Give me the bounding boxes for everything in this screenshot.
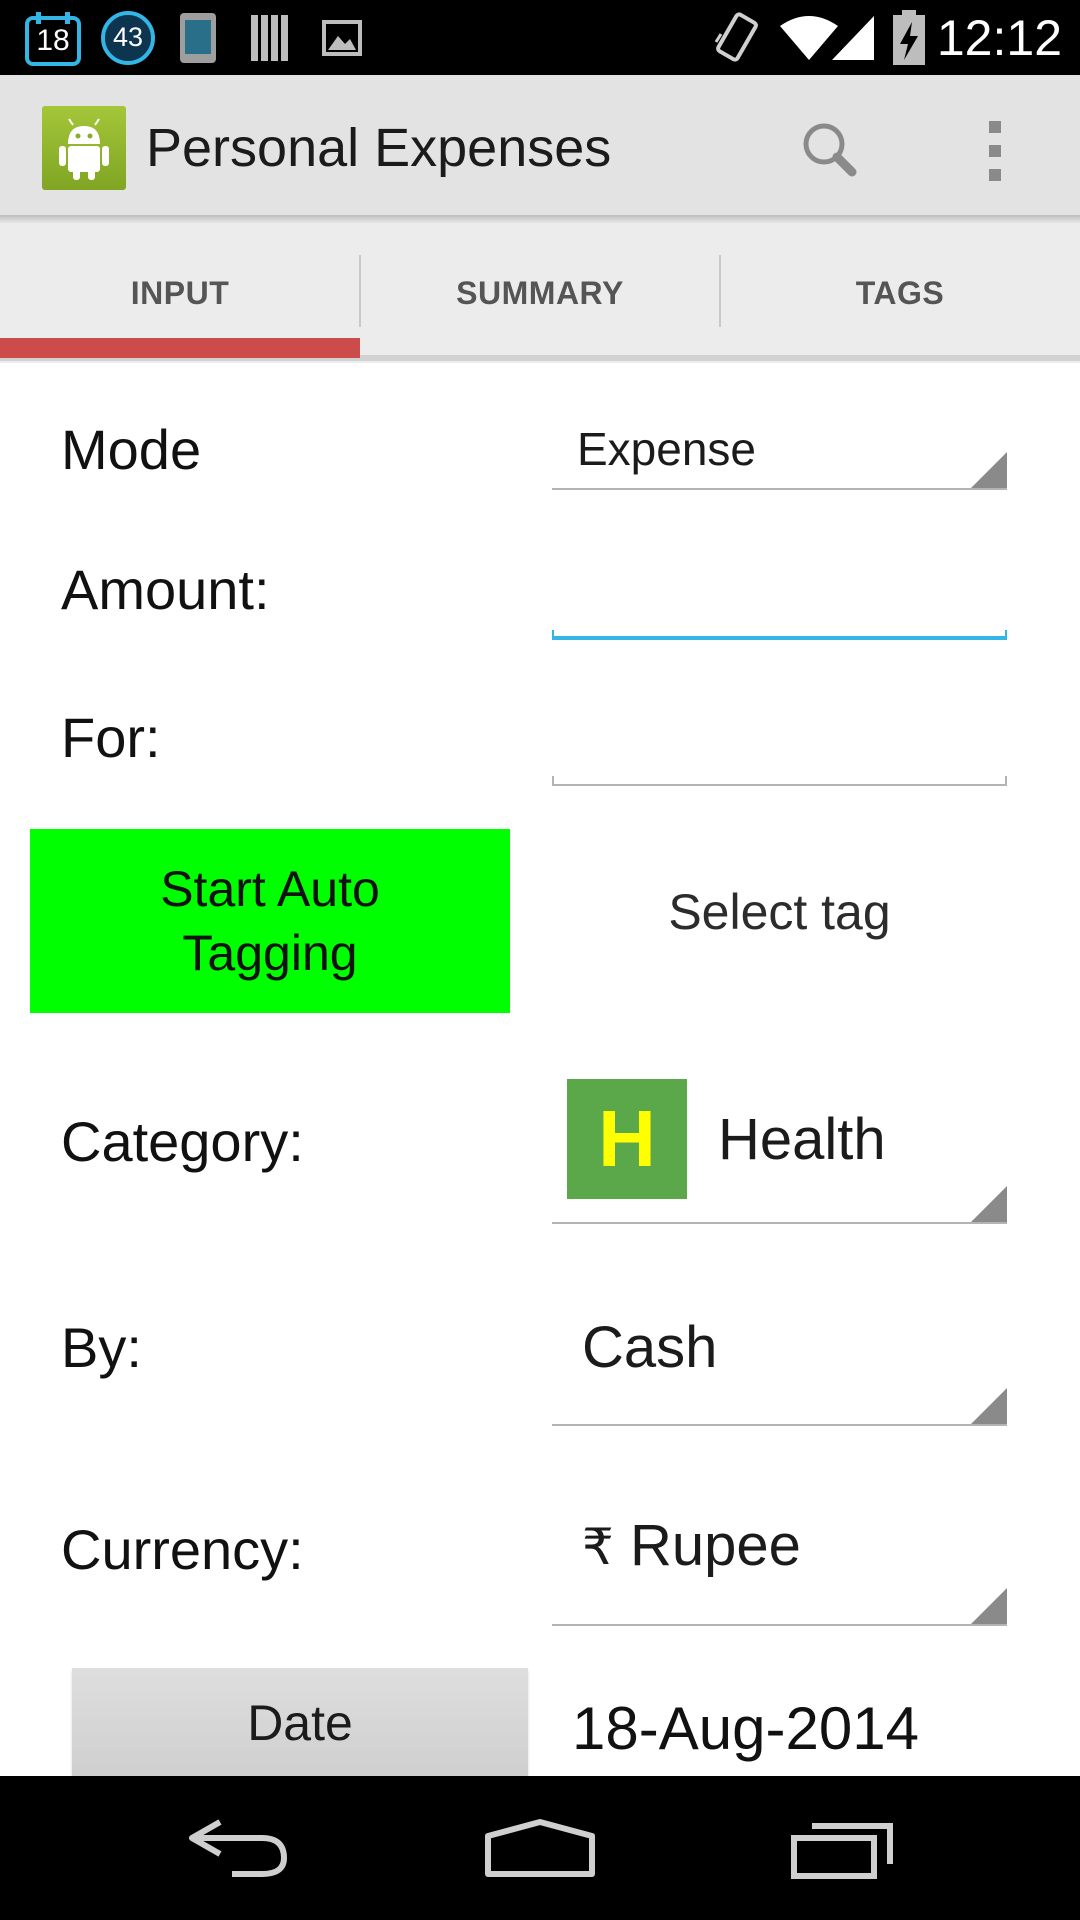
signal-icon xyxy=(832,14,876,62)
tab-selected-indicator xyxy=(0,338,360,358)
date-button-label: Date xyxy=(247,1695,353,1751)
for-input[interactable] xyxy=(552,706,1007,786)
dropdown-arrow-icon xyxy=(971,452,1007,488)
dropdown-arrow-icon xyxy=(971,1388,1007,1424)
image-icon xyxy=(322,20,362,56)
for-label: For: xyxy=(61,706,161,769)
tab-summary[interactable]: SUMMARY xyxy=(360,223,720,363)
payment-method-spinner[interactable]: Cash xyxy=(552,1290,1007,1426)
category-label: Category: xyxy=(61,1110,304,1173)
currency-spinner[interactable]: ₹ Rupee xyxy=(552,1490,1007,1626)
category-letter: H xyxy=(598,1094,656,1183)
input-edge xyxy=(1005,630,1007,640)
select-tag-button[interactable]: Select tag xyxy=(552,880,1007,944)
dropdown-arrow-icon xyxy=(971,1186,1007,1222)
tab-bar: INPUT SUMMARY TAGS xyxy=(0,223,1080,363)
action-bar-shadow xyxy=(0,215,1080,223)
device-icon xyxy=(178,12,218,64)
amount-input[interactable] xyxy=(552,560,1007,640)
search-icon[interactable] xyxy=(790,111,870,191)
spinner-underline xyxy=(552,1624,1007,1626)
input-edge xyxy=(552,776,554,786)
recent-apps-icon[interactable] xyxy=(790,1816,896,1880)
payment-method-value: Cash xyxy=(582,1315,718,1380)
amount-label: Amount: xyxy=(61,558,270,621)
overflow-menu-icon[interactable] xyxy=(975,111,1015,191)
start-auto-tagging-button[interactable]: Start Auto Tagging xyxy=(30,829,510,1013)
spinner-underline xyxy=(552,488,1007,490)
android-app-icon[interactable] xyxy=(42,106,126,190)
status-bar: 18 43 12:12 xyxy=(0,0,1080,75)
category-value: Health xyxy=(718,1107,886,1172)
back-icon[interactable] xyxy=(186,1816,292,1880)
library-icon xyxy=(250,14,290,62)
spinner-underline xyxy=(552,1424,1007,1426)
calendar-badge: 18 xyxy=(36,24,70,57)
by-label: By: xyxy=(61,1316,142,1379)
date-button[interactable]: Date xyxy=(72,1668,528,1778)
for-input-underline xyxy=(552,784,1007,786)
battery-icon xyxy=(892,10,926,66)
mode-value: Expense xyxy=(577,423,757,475)
input-edge xyxy=(1005,776,1007,786)
wifi-icon xyxy=(778,14,840,62)
currency-symbol: ₹ xyxy=(582,1519,614,1575)
app-title: Personal Expenses xyxy=(146,118,612,178)
vibrate-icon xyxy=(712,12,760,64)
action-bar: Personal Expenses xyxy=(0,75,1080,215)
spinner-underline xyxy=(552,1222,1007,1224)
input-edge xyxy=(552,630,554,640)
start-auto-tagging-label: Start Auto Tagging xyxy=(160,861,380,981)
date-value: 18-Aug-2014 xyxy=(572,1695,919,1762)
category-letter-icon: H xyxy=(567,1079,687,1199)
tab-tags[interactable]: TAGS xyxy=(720,223,1080,363)
currency-label: Currency: xyxy=(61,1518,304,1581)
notification-count: 43 xyxy=(112,22,144,52)
amount-input-underline xyxy=(552,636,1007,640)
notification-count-icon: 43 xyxy=(100,10,156,66)
navigation-bar xyxy=(0,1776,1080,1920)
currency-value: Rupee xyxy=(630,1513,801,1578)
clock: 12:12 xyxy=(936,10,1062,66)
mode-spinner[interactable]: Expense xyxy=(552,410,1007,490)
dropdown-arrow-icon xyxy=(971,1588,1007,1624)
home-icon[interactable] xyxy=(484,1818,596,1878)
calendar-icon: 18 xyxy=(24,10,82,66)
mode-label: Mode xyxy=(61,418,202,481)
